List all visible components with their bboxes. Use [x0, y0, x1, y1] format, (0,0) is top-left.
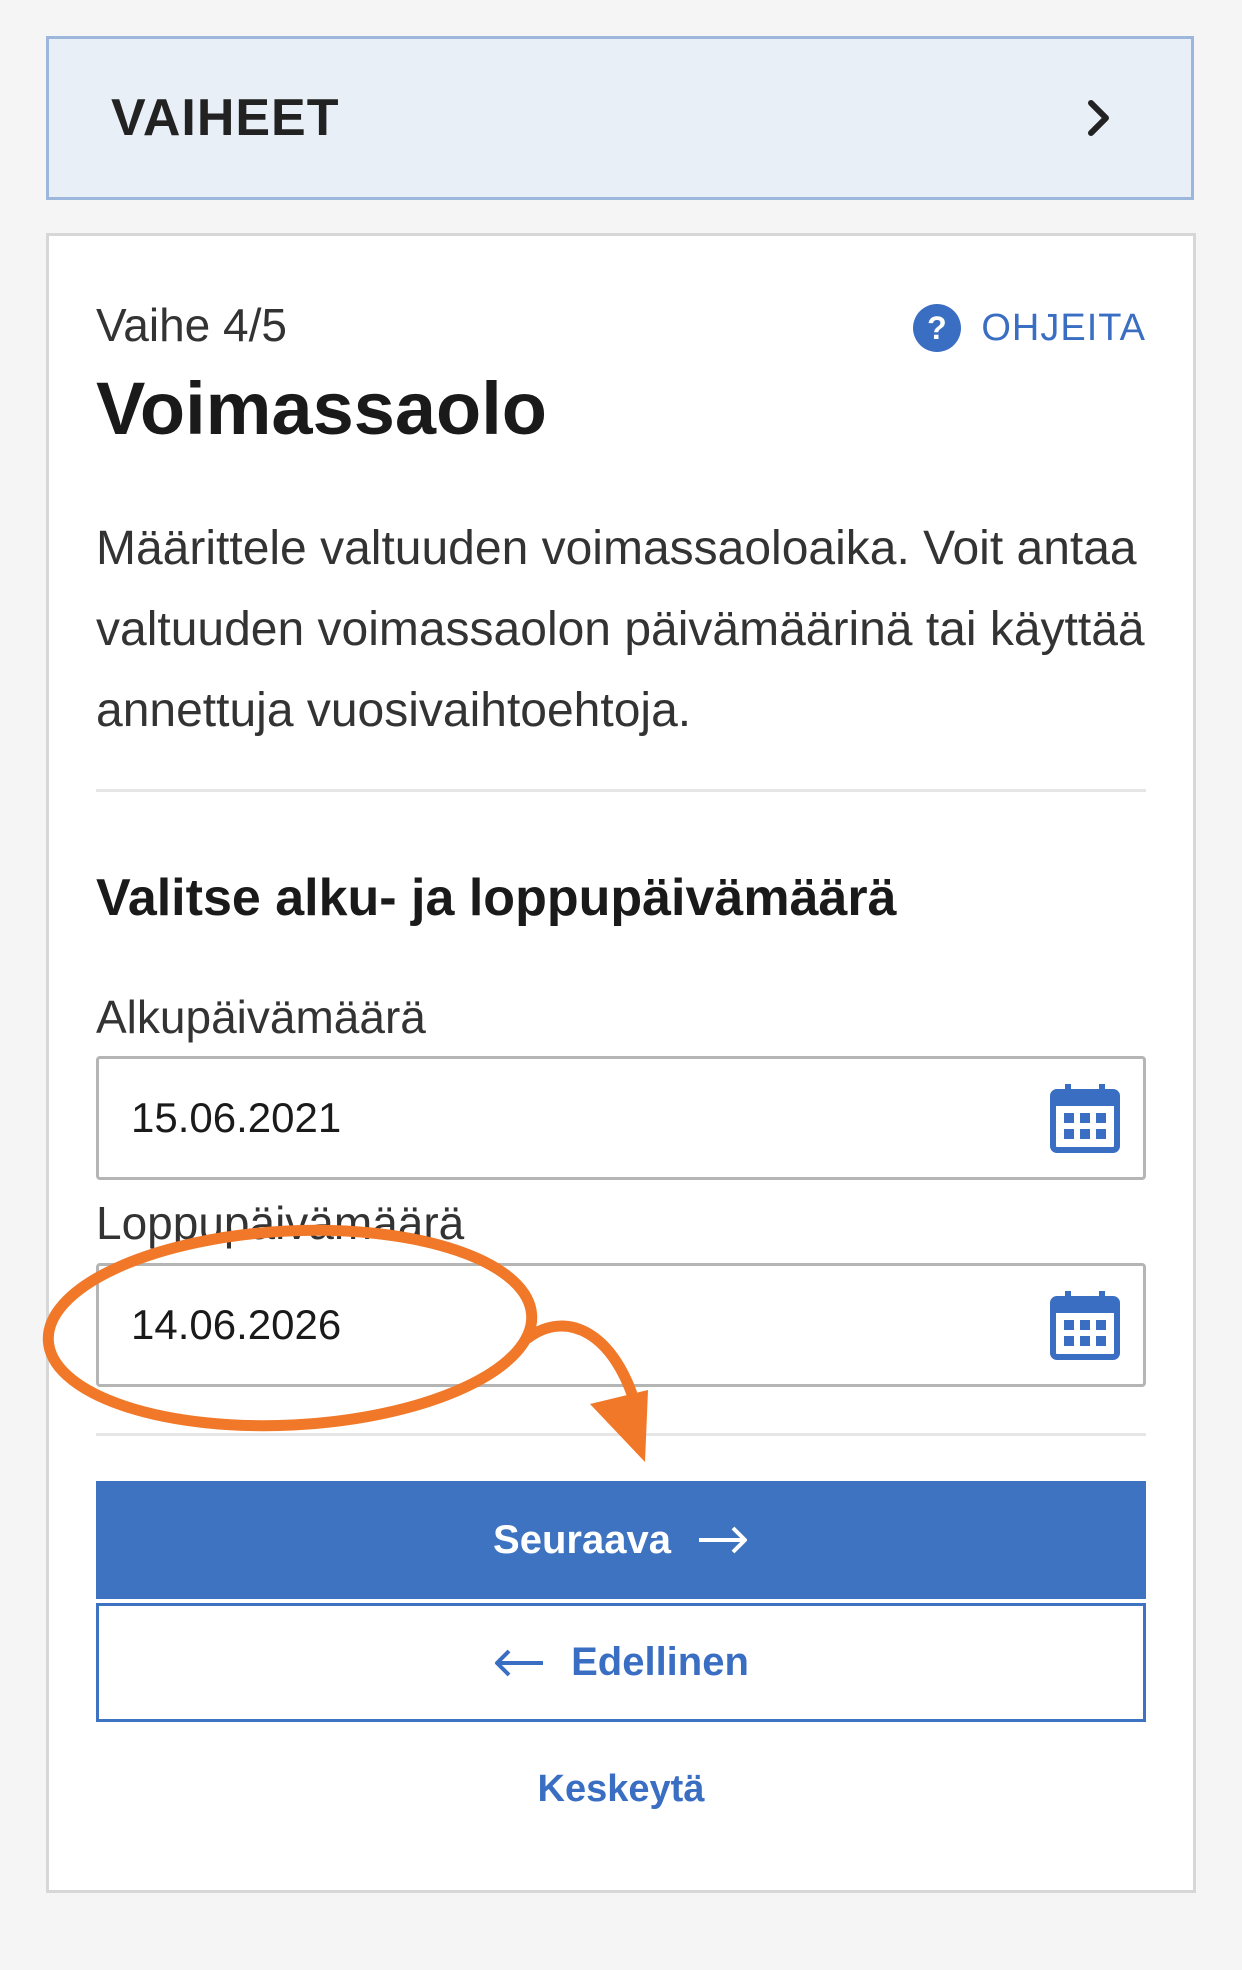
next-button[interactable]: Seuraava: [96, 1481, 1146, 1599]
start-date-field[interactable]: 15.06.2021: [96, 1056, 1146, 1180]
divider: [96, 1433, 1146, 1436]
start-date-label: Alkupäivämäärä: [96, 991, 426, 1043]
help-icon: ?: [913, 304, 962, 352]
help-label: OHJEITA: [981, 306, 1146, 349]
end-date-field[interactable]: 14.06.2026: [96, 1263, 1146, 1387]
step-counter: Vaihe 4/5: [96, 299, 287, 351]
calendar-icon[interactable]: [1049, 1289, 1121, 1361]
end-date-label: Loppupäivämäärä: [96, 1197, 465, 1249]
previous-label: Edellinen: [571, 1640, 749, 1684]
arrow-right-icon: [698, 1526, 747, 1554]
steps-toggle[interactable]: VAIHEET: [46, 36, 1194, 200]
calendar-icon[interactable]: [1049, 1082, 1121, 1154]
next-label: Seuraava: [493, 1517, 671, 1562]
section-title: Valitse alku- ja loppupäivämäärä: [96, 869, 897, 927]
step-description: Määrittele valtuuden voimassaoloaika. Vo…: [96, 522, 1145, 737]
end-date-value: 14.06.2026: [131, 1301, 342, 1348]
cancel-link[interactable]: Keskeytä: [96, 1768, 1146, 1811]
arrow-left-icon: [495, 1649, 544, 1676]
steps-title: VAIHEET: [111, 89, 340, 147]
previous-button[interactable]: Edellinen: [96, 1603, 1146, 1722]
divider: [96, 789, 1146, 792]
chevron-right-icon: [1079, 98, 1119, 138]
help-link[interactable]: ? OHJEITA: [913, 304, 1146, 352]
step-card: Vaihe 4/5 ? OHJEITA Voimassaolo Määritte…: [46, 233, 1196, 1893]
start-date-value: 15.06.2021: [131, 1094, 342, 1141]
page-title: Voimassaolo: [96, 367, 548, 450]
